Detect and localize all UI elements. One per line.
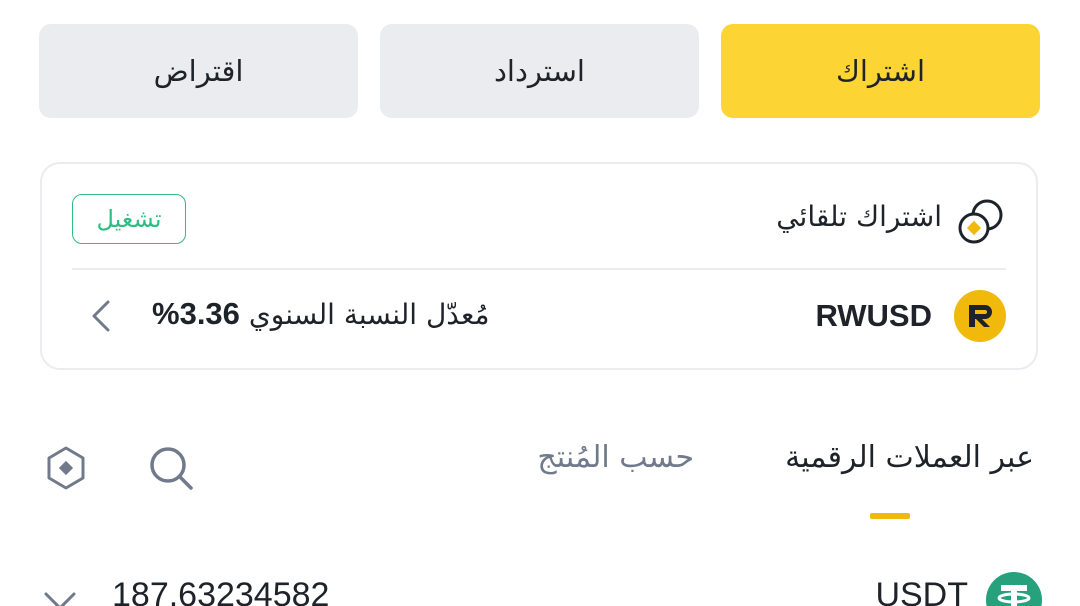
tab-by-crypto[interactable]: عبر العملات الرقمية — [785, 440, 1034, 475]
asset-row[interactable]: USDT 187.63234582 — [0, 560, 1080, 606]
usdt-logo — [986, 572, 1042, 606]
search-icon[interactable] — [146, 443, 196, 493]
rwusd-logo — [954, 290, 1006, 342]
asset-name: USDT — [875, 576, 968, 606]
asset-amount: 187.63234582 — [112, 576, 330, 606]
apr-label: مُعدّل النسبة السنوي — [248, 298, 490, 331]
subscribe-button[interactable]: اشتراك — [721, 24, 1040, 118]
apr-text: مُعدّل النسبة السنوي 3.36% — [152, 296, 490, 332]
auto-subscribe-label: اشتراك تلقائي — [776, 200, 942, 233]
auto-subscribe-icon — [958, 199, 1003, 244]
auto-subscribe-row: اشتراك تلقائي تشغيل — [72, 192, 1006, 248]
borrow-button[interactable]: اقتراض — [39, 24, 358, 118]
active-tab-indicator — [870, 513, 910, 519]
auto-subscribe-toggle-button[interactable]: تشغيل — [72, 194, 186, 244]
auto-subscribe-card: اشتراك تلقائي تشغيل RWUSD مُعدّل النسبة … — [40, 162, 1038, 370]
tab-by-product[interactable]: حسب المُنتج — [537, 440, 694, 475]
apr-value: 3.36% — [152, 296, 240, 331]
redeem-button[interactable]: استرداد — [380, 24, 699, 118]
earn-page: اشتراك استرداد اقتراض اشتراك تلقائي تشغي… — [0, 0, 1080, 606]
coin-name: RWUSD — [815, 298, 932, 333]
product-row[interactable]: RWUSD مُعدّل النسبة السنوي 3.36% — [72, 288, 1006, 344]
chevron-down-icon[interactable] — [40, 586, 80, 606]
card-divider — [72, 268, 1006, 270]
chevron-left-icon[interactable] — [86, 298, 120, 334]
settings-hexagon-icon[interactable] — [42, 444, 90, 492]
